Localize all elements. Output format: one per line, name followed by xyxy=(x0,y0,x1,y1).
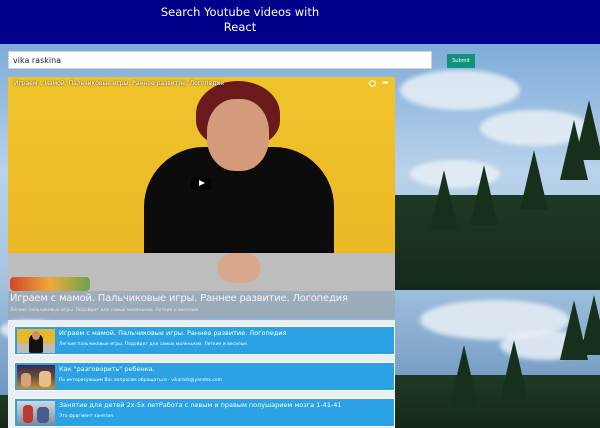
video-overlay-title[interactable]: Играем с мамой. Пальчиковые игры. Раннее… xyxy=(14,80,224,87)
list-item[interactable]: Занятие для детей 2х-5х летРабота с левы… xyxy=(14,398,395,427)
video-list: Играем с мамой. Пальчиковые игры. Раннее… xyxy=(8,320,395,428)
list-item[interactable]: Играем с мамой. Пальчиковые игры. Раннее… xyxy=(14,326,395,355)
list-item-title: Занятие для детей 2х-5х летРабота с левы… xyxy=(59,401,342,409)
video-thumbnail[interactable] xyxy=(17,365,55,389)
list-item-description: Это фрагмент занятия. xyxy=(59,414,115,419)
list-item-title: Играем с мамой. Пальчиковые игры. Раннее… xyxy=(59,329,287,337)
share-icon[interactable]: ➦ xyxy=(382,79,389,87)
play-icon xyxy=(199,180,205,186)
video-description: Легкие пальчиковые игры. Подойдет для са… xyxy=(10,308,200,313)
page-title-line-1: Search Youtube videos with xyxy=(160,5,320,19)
app-header: Search Youtube videos with React xyxy=(0,0,600,44)
submit-button[interactable]: Submit xyxy=(447,54,475,68)
video-title: Играем с мамой. Пальчиковые игры. Раннее… xyxy=(10,293,348,304)
video-player[interactable]: Играем с мамой. Пальчиковые игры. Раннее… xyxy=(8,77,395,291)
page-title-line-2: React xyxy=(223,20,257,34)
search-input[interactable] xyxy=(8,51,432,69)
list-item-description: Легкие пальчиковые игры. Подойдет для са… xyxy=(59,342,249,347)
main-video-panel: Играем с мамой. Пальчиковые игры. Раннее… xyxy=(8,77,395,318)
play-button[interactable] xyxy=(191,177,211,190)
list-item-title: Как "разговорить" ребенка. xyxy=(59,365,155,373)
video-thumbnail[interactable] xyxy=(17,401,55,425)
list-item[interactable]: Как "разговорить" ребенка. По интересующ… xyxy=(14,362,395,391)
watch-later-icon[interactable] xyxy=(369,80,376,87)
list-item-description: По интересующим Вас вопросам обращаться … xyxy=(59,378,222,383)
page-title: Search Youtube videos with React xyxy=(140,5,340,35)
video-thumbnail[interactable] xyxy=(17,329,55,353)
